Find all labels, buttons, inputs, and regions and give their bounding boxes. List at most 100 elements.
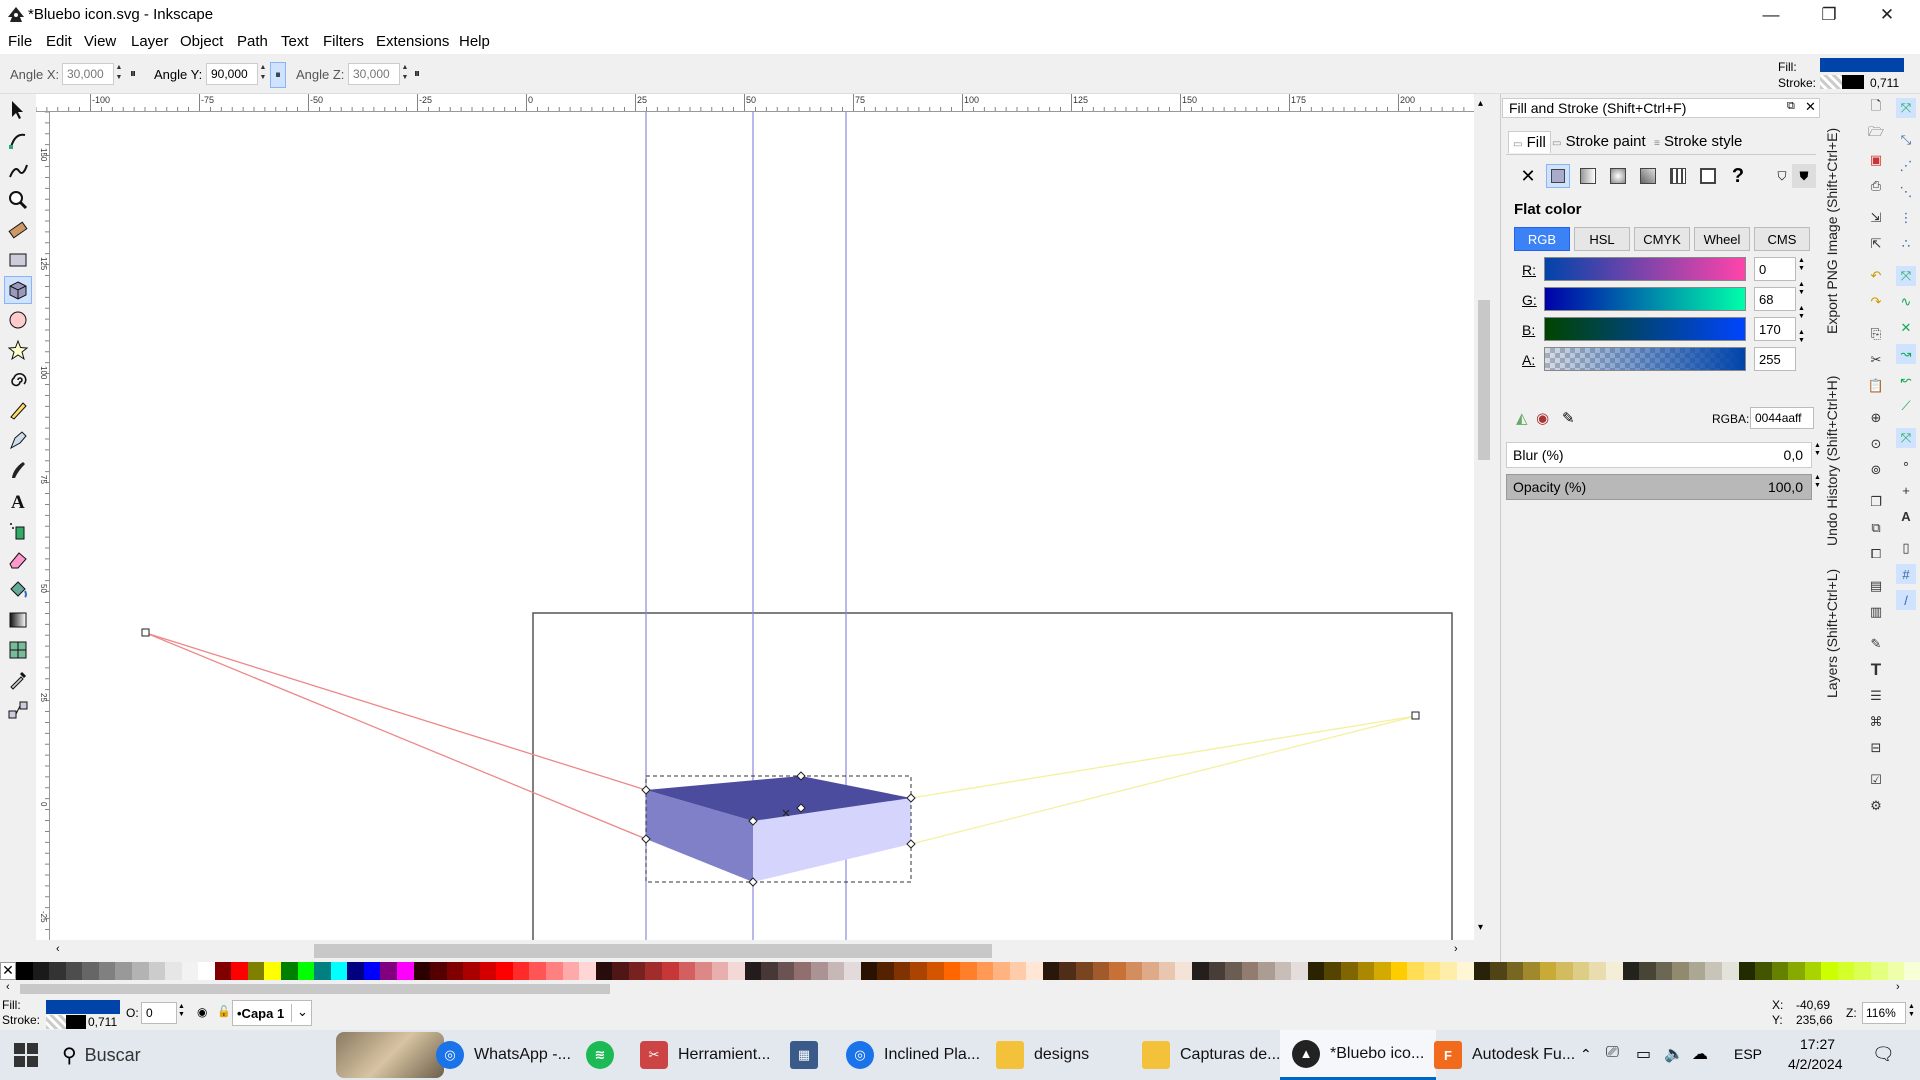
- palette-swatch[interactable]: [281, 962, 298, 980]
- new-document-icon[interactable]: 🗋: [1866, 98, 1886, 118]
- palette-swatch[interactable]: [628, 962, 646, 980]
- tab-stroke-paint[interactable]: ▭ Stroke paint: [1552, 133, 1646, 150]
- palette-swatch[interactable]: [546, 962, 563, 980]
- palette-swatch[interactable]: [1771, 962, 1789, 980]
- snap-bbox-corner-icon[interactable]: ⋱: [1896, 182, 1916, 202]
- palette-swatch[interactable]: [926, 962, 944, 980]
- menu-view[interactable]: View: [84, 33, 116, 50]
- palette-swatch[interactable]: [1473, 962, 1491, 980]
- cloud-icon[interactable]: ☁: [1692, 1044, 1708, 1064]
- xml-editor-icon[interactable]: ⌘: [1866, 712, 1886, 732]
- dock-tab-export[interactable]: Export PNG Image (Shift+Ctrl+E): [1824, 104, 1840, 334]
- tray-expand-icon[interactable]: ⌃: [1580, 1046, 1592, 1063]
- palette-swatch[interactable]: [960, 962, 977, 980]
- palette-swatch[interactable]: [579, 962, 596, 980]
- open-icon[interactable]: 🗁: [1866, 124, 1886, 144]
- opacity-slider[interactable]: Opacity (%) 100,0: [1506, 474, 1812, 500]
- volume-icon[interactable]: 🔈: [1664, 1044, 1684, 1064]
- palette-swatch[interactable]: [82, 962, 99, 980]
- palette-swatch[interactable]: [496, 962, 513, 980]
- channel-b-slider[interactable]: [1544, 317, 1746, 341]
- spiral-tool[interactable]: [4, 366, 32, 394]
- palette-swatch[interactable]: [1837, 962, 1855, 980]
- palette-swatch[interactable]: [16, 962, 33, 980]
- battery-icon[interactable]: ▭: [1636, 1044, 1651, 1064]
- palette-swatch[interactable]: [794, 962, 811, 980]
- palette-swatch[interactable]: [943, 962, 961, 980]
- zoom-tool[interactable]: [4, 186, 32, 214]
- linear-gradient-button[interactable]: [1576, 164, 1600, 188]
- undo-icon[interactable]: ↶: [1866, 266, 1886, 286]
- channel-steppers[interactable]: ▲ ▼ ▲ ▼ ▲ ▼ ▲ ▼: [1798, 257, 1805, 345]
- palette-swatch[interactable]: [1009, 962, 1027, 980]
- palette-swatch[interactable]: [32, 962, 50, 980]
- palette-swatch[interactable]: [1092, 962, 1110, 980]
- palette-swatch[interactable]: [396, 962, 414, 980]
- style-indicator[interactable]: Fill: Stroke: 0,711: [1772, 56, 1920, 94]
- palette-swatch[interactable]: [1506, 962, 1524, 980]
- pattern-button[interactable]: [1666, 164, 1690, 188]
- style-stroke-swatch[interactable]: [1842, 75, 1864, 89]
- palette-swatch[interactable]: [479, 962, 497, 980]
- palette-swatch[interactable]: [1042, 962, 1060, 980]
- menu-text[interactable]: Text: [281, 33, 309, 50]
- palette-swatch[interactable]: [744, 962, 762, 980]
- status-fill-swatch[interactable]: [46, 1000, 120, 1014]
- palette-swatch[interactable]: [165, 962, 182, 980]
- snap-text-baseline-icon[interactable]: A: [1896, 506, 1916, 526]
- palette-swatch[interactable]: [413, 962, 431, 980]
- palette-swatch[interactable]: [1556, 962, 1573, 980]
- palette-swatch[interactable]: [1374, 962, 1391, 980]
- palette-swatch[interactable]: [1076, 962, 1093, 980]
- palette-swatch[interactable]: [430, 962, 447, 980]
- rgba-input[interactable]: 0044aaff: [1750, 407, 1814, 429]
- palette-swatch[interactable]: [1125, 962, 1143, 980]
- palette-swatch[interactable]: [595, 962, 613, 980]
- palette-swatch[interactable]: [297, 962, 315, 980]
- measure-tool[interactable]: [4, 216, 32, 244]
- hscroll-left-icon[interactable]: ‹: [56, 943, 60, 955]
- vscroll-down-icon[interactable]: ▾: [1478, 922, 1483, 933]
- status-opacity-input[interactable]: 0: [141, 1002, 177, 1024]
- taskbar-app-inkscape[interactable]: ▲ *Bluebo ico...: [1280, 1030, 1437, 1080]
- palette-swatch[interactable]: [529, 962, 546, 980]
- taskbar-app-designs[interactable]: designs: [996, 1030, 1089, 1080]
- palette-scroll-left-icon[interactable]: ‹: [6, 981, 10, 993]
- palette-swatch[interactable]: [1688, 962, 1706, 980]
- ellipse-tool[interactable]: [4, 306, 32, 334]
- unset-paint-button[interactable]: ?: [1726, 164, 1750, 188]
- palette-swatch[interactable]: [1208, 962, 1226, 980]
- tray-monitor-icon[interactable]: ⎚: [1606, 1044, 1619, 1062]
- channel-a-input[interactable]: 255: [1754, 347, 1796, 371]
- palette-swatch[interactable]: [1423, 962, 1441, 980]
- palette-swatch[interactable]: [380, 962, 397, 980]
- snap-page-border-icon[interactable]: ▯: [1896, 538, 1916, 558]
- layer-lock-icon[interactable]: 🔓: [217, 1005, 231, 1018]
- paint-bucket-tool[interactable]: [4, 576, 32, 604]
- node-tool[interactable]: [4, 126, 32, 154]
- unlink-clone-icon[interactable]: ⧠: [1866, 544, 1886, 564]
- hscroll-right-icon[interactable]: ›: [1454, 943, 1458, 955]
- minimize-button[interactable]: —: [1742, 0, 1800, 30]
- menu-layer[interactable]: Layer: [131, 33, 169, 50]
- snap-enable-icon[interactable]: ⤧: [1896, 98, 1916, 118]
- language-indicator[interactable]: ESP: [1734, 1046, 1762, 1062]
- palette-swatch[interactable]: [1109, 962, 1126, 980]
- palette-swatch[interactable]: [1804, 962, 1822, 980]
- fill-rule-evenodd-icon[interactable]: ⛉: [1770, 164, 1794, 188]
- palette-swatch[interactable]: [711, 962, 729, 980]
- palette-swatch[interactable]: [777, 962, 795, 980]
- palette-swatch[interactable]: [1341, 962, 1358, 980]
- palette-swatch[interactable]: [1655, 962, 1673, 980]
- palette-swatch[interactable]: [264, 962, 281, 980]
- import-icon[interactable]: ⇲: [1866, 208, 1886, 228]
- layers-icon[interactable]: ☰: [1866, 686, 1886, 706]
- palette-swatch[interactable]: [1622, 962, 1640, 980]
- palette-swatch[interactable]: [181, 962, 199, 980]
- save-icon[interactable]: ▣: [1866, 150, 1886, 170]
- copy-icon[interactable]: ⎘: [1866, 324, 1886, 344]
- vertical-scrollbar[interactable]: ▴ ▾: [1474, 94, 1492, 940]
- palette-swatch[interactable]: [363, 962, 381, 980]
- align-distribute-icon[interactable]: ⊟: [1866, 738, 1886, 758]
- vp-x-toggle-icon[interactable]: ⏸: [130, 66, 136, 81]
